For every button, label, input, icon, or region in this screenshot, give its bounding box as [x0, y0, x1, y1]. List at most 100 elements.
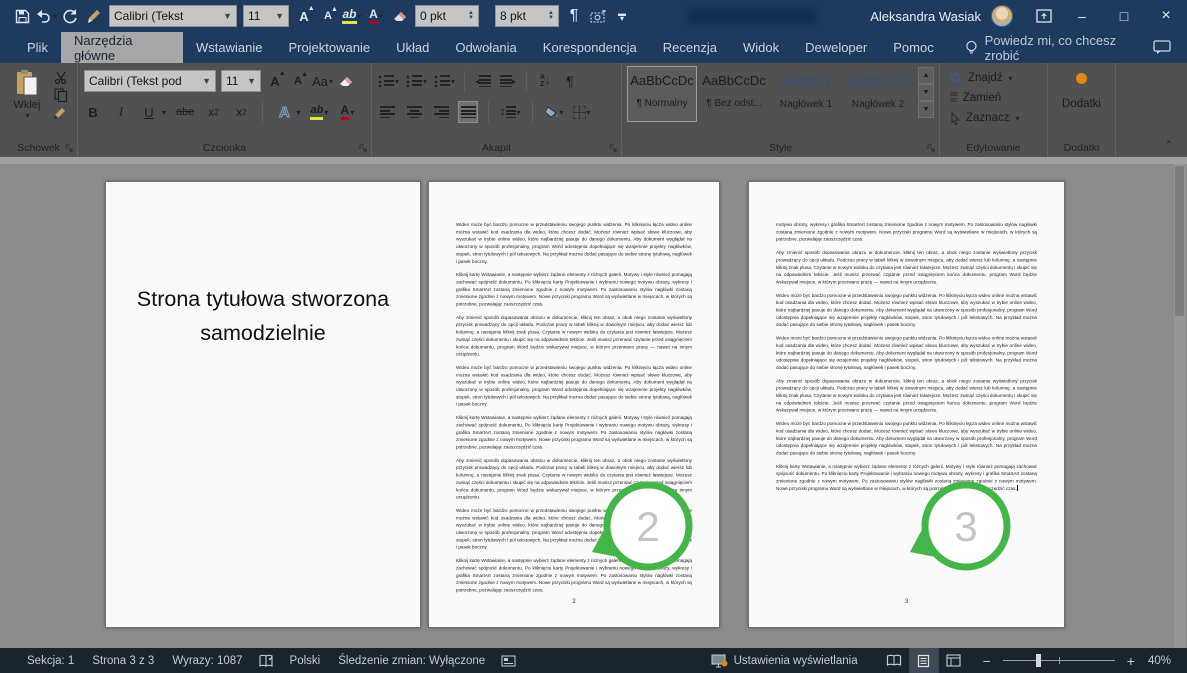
show-formatting-button[interactable]: ¶ — [561, 71, 579, 91]
zoom-slider[interactable] — [1002, 648, 1115, 673]
format-painter-icon[interactable] — [54, 106, 68, 119]
style-bez-odstepow[interactable]: AaBbCcDc ¶ Bez odst... — [700, 67, 768, 121]
dialog-launcher-icon[interactable] — [609, 144, 618, 153]
screenshot-icon[interactable] — [586, 3, 610, 29]
numbering-button[interactable]: ▾ — [406, 71, 427, 91]
grow-font-button[interactable]: A ▲ — [266, 70, 285, 91]
style-scroll-up-icon[interactable]: ▲ — [918, 67, 934, 84]
page-1-title[interactable]: Strona tytułowa stworzona samodzielnie — [136, 282, 390, 350]
scrollbar-thumb[interactable] — [1175, 166, 1184, 316]
save-icon[interactable] — [10, 3, 34, 29]
dialog-launcher-icon[interactable] — [65, 144, 74, 153]
font-name-combobox[interactable]: Calibri (Tekst pod ▼ — [84, 70, 216, 92]
spin-down-icon[interactable]: ▼ — [468, 15, 474, 21]
addins-button[interactable]: Dodatki — [1048, 63, 1115, 139]
minimize-button[interactable]: – — [1061, 0, 1103, 32]
tab-plik[interactable]: Plik — [14, 32, 61, 63]
chevron-down-icon[interactable]: ▼ — [217, 11, 232, 21]
paragraph[interactable]: Aby zmienić sposób dopasowania obrazu w … — [776, 377, 1037, 414]
paragraph[interactable]: Wideo może być bardzo pomocne w przedsta… — [776, 335, 1037, 372]
tab-korespondencja[interactable]: Korespondencja — [530, 32, 650, 63]
tab-odwolania[interactable]: Odwołania — [442, 32, 529, 63]
macro-record-icon[interactable] — [494, 655, 523, 667]
strikethrough-button[interactable]: abe — [176, 102, 194, 122]
chevron-down-icon[interactable]: ▾ — [296, 108, 300, 117]
read-mode-icon[interactable] — [879, 648, 909, 673]
dialog-launcher-icon[interactable] — [927, 144, 936, 153]
tab-uklad[interactable]: Układ — [383, 32, 442, 63]
shrink-font-button[interactable]: A ▲ — [289, 71, 308, 91]
chevron-down-icon[interactable]: ▾ — [560, 108, 564, 117]
spacing-before-spinner[interactable]: 0 pkt ▲ ▼ — [415, 5, 479, 27]
find-button[interactable]: Znajdź ▾ — [950, 69, 1041, 87]
justify-button[interactable] — [458, 101, 478, 123]
tab-wstawianie[interactable]: Wstawianie — [183, 32, 275, 63]
spin-down-icon[interactable]: ▼ — [548, 15, 554, 21]
font-color-button[interactable]: A ▾ — [338, 102, 356, 122]
shrink-font-button[interactable]: A ▲ — [316, 3, 340, 29]
spacing-after-spinner[interactable]: 8 pkt ▲ ▼ — [495, 5, 559, 27]
tell-me-box[interactable]: Powiedz mi, co chcesz zrobić — [965, 32, 1153, 63]
zoom-in-button[interactable]: + — [1123, 653, 1139, 669]
redo-button[interactable] — [58, 3, 82, 29]
ribbon-display-options-icon[interactable] — [1027, 3, 1061, 29]
status-words[interactable]: Wyrazy: 1087 — [163, 655, 251, 667]
chevron-down-icon[interactable]: ▾ — [25, 111, 29, 120]
text-highlight-button[interactable]: ab ▾ — [340, 3, 364, 29]
line-spacing-button[interactable]: ↕ ▾ — [500, 102, 521, 122]
paste-button[interactable]: Wklej ▾ — [6, 69, 48, 139]
bold-button[interactable]: B — [84, 102, 102, 122]
proofing-icon[interactable] — [252, 654, 281, 668]
format-painter-icon[interactable] — [82, 3, 106, 29]
text-effects-button[interactable]: A — [275, 102, 293, 122]
style-naglowek-1[interactable]: AaBbC(Nagłówek 1 — [772, 67, 840, 121]
web-layout-icon[interactable] — [939, 648, 969, 673]
maximize-button[interactable]: □ — [1103, 0, 1145, 32]
chevron-down-icon[interactable]: ▼ — [241, 76, 256, 86]
replace-button[interactable]: ab ac Zamień — [950, 89, 1041, 107]
clear-formatting-icon[interactable] — [388, 3, 412, 29]
collapse-ribbon-icon[interactable]: ⌃ — [1165, 140, 1173, 151]
align-left-button[interactable] — [378, 102, 396, 122]
cut-icon[interactable] — [54, 71, 68, 84]
chevron-down-icon[interactable]: ▾ — [1009, 74, 1013, 83]
zoom-out-button[interactable]: − — [979, 653, 995, 669]
zoom-slider-thumb[interactable] — [1036, 654, 1042, 667]
user-name[interactable]: Aleksandra Wasiak — [870, 9, 981, 24]
dialog-launcher-icon[interactable] — [359, 144, 368, 153]
display-settings-button[interactable]: Ustawienia wyświetlania — [704, 654, 865, 668]
chevron-down-icon[interactable]: ▼ — [196, 76, 211, 86]
qat-font-size-combobox[interactable]: 11 ▼ — [243, 5, 289, 27]
shading-button[interactable]: ▾ — [543, 102, 564, 122]
select-button[interactable]: Zaznacz ▾ — [950, 109, 1041, 127]
print-layout-icon[interactable] — [908, 648, 939, 673]
bullets-button[interactable]: ▾ — [378, 71, 399, 91]
chevron-down-icon[interactable]: ▾ — [1015, 114, 1019, 123]
increase-indent-button[interactable]: ▸ — [499, 71, 517, 91]
paragraph[interactable]: Wideo może być bardzo pomocne w przedsta… — [776, 420, 1037, 457]
copy-icon[interactable] — [54, 88, 68, 102]
tab-projektowanie[interactable]: Projektowanie — [275, 32, 383, 63]
page-1[interactable]: Strona tytułowa stworzona samodzielnie — [105, 181, 421, 628]
grow-font-button[interactable]: A ▲ — [292, 3, 316, 29]
borders-button[interactable]: ▾ — [572, 102, 591, 122]
close-button[interactable]: × — [1145, 0, 1187, 32]
change-case-button[interactable]: Aa ▾ — [312, 71, 333, 91]
clear-formatting-icon[interactable] — [338, 71, 356, 91]
vertical-scrollbar[interactable] — [1174, 164, 1185, 648]
qat-overflow-icon[interactable]: ▬ ▾ — [610, 3, 634, 29]
paragraph[interactable]: Kliknij kartę Wstawianie, a następnie wy… — [456, 414, 692, 451]
subscript-button[interactable]: x2 — [204, 102, 222, 122]
tab-deweloper[interactable]: Deweloper — [792, 32, 880, 63]
superscript-button[interactable]: x2 — [232, 102, 250, 122]
paragraph[interactable]: Kliknij kartę Wstawianie, a następnie wy… — [456, 271, 692, 308]
undo-button[interactable]: ▾ — [34, 3, 58, 29]
paragraph[interactable]: Wideo może być bardzo pomocne w przedsta… — [456, 364, 692, 408]
paragraph[interactable]: Aby zmienić sposób dopasowania obrazu w … — [456, 314, 692, 358]
tab-pomoc[interactable]: Pomoc — [880, 32, 946, 63]
status-language[interactable]: Polski — [281, 655, 330, 667]
sort-button[interactable]: A Z ↓ — [536, 71, 554, 91]
chevron-down-icon[interactable]: ▾ — [358, 12, 362, 21]
style-scroll-down-icon[interactable]: ▼ — [918, 84, 934, 101]
status-track-changes[interactable]: Śledzenie zmian: Wyłączone — [329, 655, 494, 667]
